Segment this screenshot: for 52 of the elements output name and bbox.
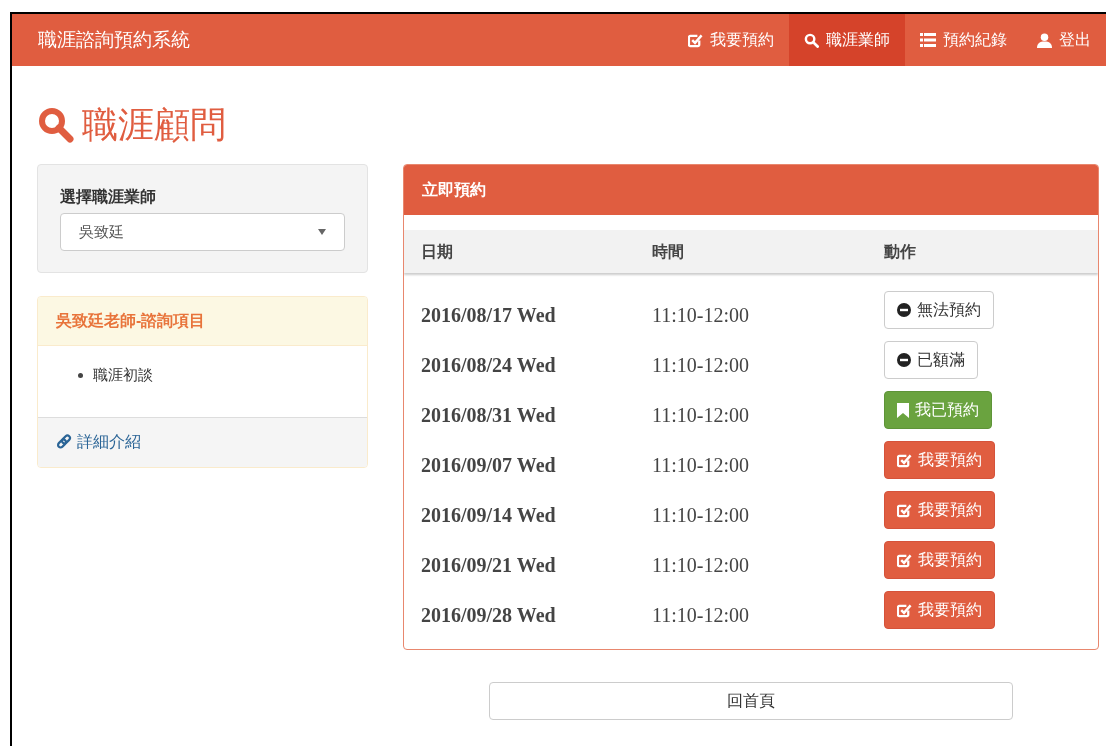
time-cell-text: 11:10-12:00: [652, 303, 751, 328]
column-header: 時間: [652, 241, 685, 262]
book-button[interactable]: 我要預約: [884, 441, 995, 479]
date-cell-text: 2016/08/17 Wed: [421, 303, 557, 328]
nav-item[interactable]: 登出: [1022, 14, 1106, 66]
time-cell-text: 11:10-12:00: [652, 453, 751, 478]
user-icon: [1037, 32, 1052, 48]
time-cell-text: 11:10-12:00: [652, 603, 751, 628]
time-cell-text: 11:10-12:00: [652, 353, 751, 378]
panel-title: 吳致廷老師-諮詢項目: [38, 297, 367, 346]
checkbox-icon: [897, 552, 912, 568]
detail-link[interactable]: 詳細介紹: [56, 430, 141, 454]
checkbox-icon: [897, 602, 912, 618]
checkbox-icon: [897, 452, 912, 468]
date-cell-text: 2016/08/31 Wed: [421, 403, 557, 428]
date-cell-text: 2016/09/28 Wed: [421, 603, 557, 628]
brand-title[interactable]: 職涯諮詢預約系統: [38, 25, 190, 55]
date-cell-text: 2016/08/24 Wed: [421, 353, 557, 378]
field-label: 選擇職涯業師: [60, 187, 157, 207]
column-header: 日期: [421, 241, 454, 262]
advisor-select[interactable]: 吳致廷: [60, 213, 345, 251]
date-cell-text: 2016/09/21 Wed: [421, 553, 557, 578]
booked-button[interactable]: 我已預約: [884, 391, 992, 429]
time-cell-text: 11:10-12:00: [652, 503, 751, 528]
search-icon: [38, 107, 74, 143]
bullet-icon: [78, 372, 83, 378]
minus-circle-icon: [897, 353, 911, 367]
column-header: 動作: [884, 241, 916, 262]
search-icon: [804, 32, 819, 48]
time-cell-text: 11:10-12:00: [652, 553, 751, 578]
status-button[interactable]: 已額滿: [884, 341, 978, 379]
checkbox-icon: [688, 32, 703, 48]
nav-item[interactable]: 我要預約: [673, 14, 789, 66]
minus-circle-icon: [897, 303, 911, 317]
status-button[interactable]: 無法預約: [884, 291, 994, 329]
date-cell-text: 2016/09/07 Wed: [421, 453, 557, 478]
nav-item[interactable]: 預約紀錄: [905, 14, 1022, 66]
home-button[interactable]: 回首頁: [489, 682, 1013, 720]
book-button[interactable]: 我要預約: [884, 491, 995, 529]
nav-item[interactable]: 職涯業師: [789, 14, 905, 66]
bookmark-icon: [897, 402, 909, 418]
book-button[interactable]: 我要預約: [884, 591, 995, 629]
date-cell-text: 2016/09/14 Wed: [421, 503, 557, 528]
book-button[interactable]: 我要預約: [884, 541, 995, 579]
page-title: 職涯顧問: [82, 103, 226, 147]
link-icon: [56, 434, 72, 450]
time-cell-text: 11:10-12:00: [652, 403, 751, 428]
list-icon: [920, 33, 936, 47]
consult-item: 職涯初談: [93, 365, 153, 385]
checkbox-icon: [897, 502, 912, 518]
dropdown-caret-icon: [318, 229, 326, 235]
panel-title: 立即預約: [404, 165, 1098, 215]
